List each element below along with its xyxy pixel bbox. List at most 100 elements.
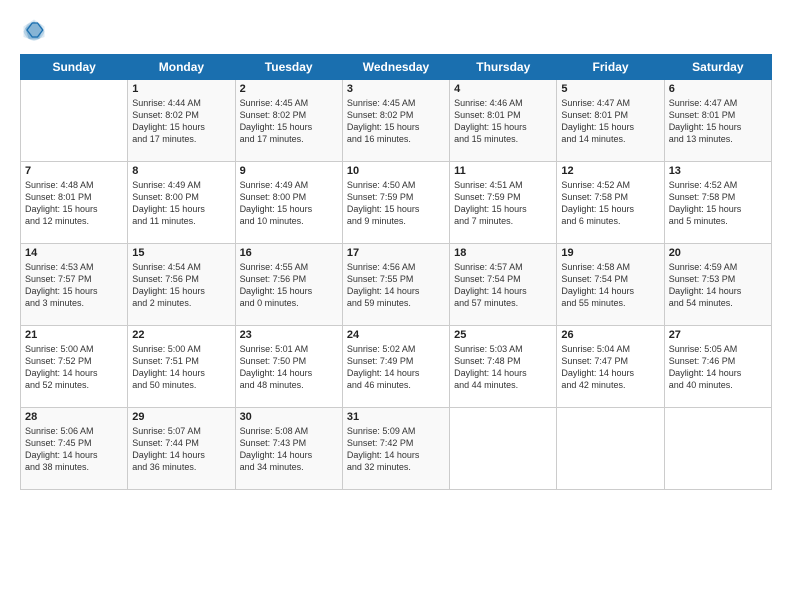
calendar-cell: 5 Sunrise: 4:47 AM Sunset: 8:01 PM Daylig…: [557, 80, 664, 162]
day-number: 27: [669, 329, 767, 341]
calendar-body: 1 Sunrise: 4:44 AM Sunset: 8:02 PM Daylig…: [21, 80, 772, 490]
cell-content: Sunrise: 4:56 AM Sunset: 7:55 PM Dayligh…: [347, 261, 445, 310]
cell-content: Sunrise: 4:45 AM Sunset: 8:02 PM Dayligh…: [347, 97, 445, 146]
day-header-saturday: Saturday: [664, 55, 771, 80]
day-number: 13: [669, 165, 767, 177]
cell-content: Sunrise: 4:49 AM Sunset: 8:00 PM Dayligh…: [240, 179, 338, 228]
day-header-thursday: Thursday: [450, 55, 557, 80]
cell-content: Sunrise: 4:47 AM Sunset: 8:01 PM Dayligh…: [561, 97, 659, 146]
calendar-cell: 7 Sunrise: 4:48 AM Sunset: 8:01 PM Daylig…: [21, 162, 128, 244]
day-number: 21: [25, 329, 123, 341]
day-number: 15: [132, 247, 230, 259]
calendar-cell: 27Sunrise: 5:05 AM Sunset: 7:46 PM Dayli…: [664, 326, 771, 408]
calendar-cell: 14Sunrise: 4:53 AM Sunset: 7:57 PM Dayli…: [21, 244, 128, 326]
day-number: 1: [132, 83, 230, 95]
day-header-sunday: Sunday: [21, 55, 128, 80]
calendar-cell: 30 Sunrise: 5:08 AM Sunset: 7:43 PM Dayli…: [235, 408, 342, 490]
day-number: 7: [25, 165, 123, 177]
day-number: 23: [240, 329, 338, 341]
cell-content: Sunrise: 4:44 AM Sunset: 8:02 PM Dayligh…: [132, 97, 230, 146]
cell-content: Sunrise: 4:54 AM Sunset: 7:56 PM Dayligh…: [132, 261, 230, 310]
cell-content: Sunrise: 4:49 AM Sunset: 8:00 PM Dayligh…: [132, 179, 230, 228]
calendar-week-4: 21 Sunrise: 5:00 AM Sunset: 7:52 PM Dayli…: [21, 326, 772, 408]
calendar-cell: 8 Sunrise: 4:49 AM Sunset: 8:00 PM Daylig…: [128, 162, 235, 244]
cell-content: Sunrise: 4:57 AM Sunset: 7:54 PM Dayligh…: [454, 261, 552, 310]
calendar-cell: 16 Sunrise: 4:55 AM Sunset: 7:56 PM Dayli…: [235, 244, 342, 326]
day-number: 11: [454, 165, 552, 177]
cell-content: Sunrise: 5:00 AM Sunset: 7:52 PM Dayligh…: [25, 343, 123, 392]
cell-content: Sunrise: 4:45 AM Sunset: 8:02 PM Dayligh…: [240, 97, 338, 146]
day-number: 25: [454, 329, 552, 341]
calendar-cell: 9 Sunrise: 4:49 AM Sunset: 8:00 PM Daylig…: [235, 162, 342, 244]
calendar-cell: 12Sunrise: 4:52 AM Sunset: 7:58 PM Dayli…: [557, 162, 664, 244]
day-number: 10: [347, 165, 445, 177]
calendar-cell: 22Sunrise: 5:00 AM Sunset: 7:51 PM Dayli…: [128, 326, 235, 408]
calendar-cell: 15 Sunrise: 4:54 AM Sunset: 7:56 PM Dayli…: [128, 244, 235, 326]
calendar-cell: 23 Sunrise: 5:01 AM Sunset: 7:50 PM Dayli…: [235, 326, 342, 408]
day-number: 19: [561, 247, 659, 259]
cell-content: Sunrise: 5:01 AM Sunset: 7:50 PM Dayligh…: [240, 343, 338, 392]
day-header-tuesday: Tuesday: [235, 55, 342, 80]
calendar-week-3: 14Sunrise: 4:53 AM Sunset: 7:57 PM Dayli…: [21, 244, 772, 326]
calendar-cell: [557, 408, 664, 490]
cell-content: Sunrise: 4:47 AM Sunset: 8:01 PM Dayligh…: [669, 97, 767, 146]
calendar-cell: 24Sunrise: 5:02 AM Sunset: 7:49 PM Dayli…: [342, 326, 449, 408]
calendar-cell: 19 Sunrise: 4:58 AM Sunset: 7:54 PM Dayli…: [557, 244, 664, 326]
calendar-week-2: 7 Sunrise: 4:48 AM Sunset: 8:01 PM Daylig…: [21, 162, 772, 244]
calendar-cell: [450, 408, 557, 490]
calendar-week-5: 28 Sunrise: 5:06 AM Sunset: 7:45 PM Dayli…: [21, 408, 772, 490]
cell-content: Sunrise: 5:09 AM Sunset: 7:42 PM Dayligh…: [347, 425, 445, 474]
calendar-cell: 20Sunrise: 4:59 AM Sunset: 7:53 PM Dayli…: [664, 244, 771, 326]
calendar-cell: 4 Sunrise: 4:46 AM Sunset: 8:01 PM Daylig…: [450, 80, 557, 162]
calendar-cell: 25 Sunrise: 5:03 AM Sunset: 7:48 PM Dayli…: [450, 326, 557, 408]
day-number: 30: [240, 411, 338, 423]
day-number: 22: [132, 329, 230, 341]
cell-content: Sunrise: 4:48 AM Sunset: 8:01 PM Dayligh…: [25, 179, 123, 228]
calendar-cell: 31 Sunrise: 5:09 AM Sunset: 7:42 PM Dayli…: [342, 408, 449, 490]
cell-content: Sunrise: 5:04 AM Sunset: 7:47 PM Dayligh…: [561, 343, 659, 392]
calendar-cell: 2 Sunrise: 4:45 AM Sunset: 8:02 PM Daylig…: [235, 80, 342, 162]
calendar-cell: 3 Sunrise: 4:45 AM Sunset: 8:02 PM Daylig…: [342, 80, 449, 162]
calendar-cell: 6Sunrise: 4:47 AM Sunset: 8:01 PM Daylig…: [664, 80, 771, 162]
day-number: 18: [454, 247, 552, 259]
day-number: 31: [347, 411, 445, 423]
calendar-table: SundayMondayTuesdayWednesdayThursdayFrid…: [20, 54, 772, 490]
cell-content: Sunrise: 5:03 AM Sunset: 7:48 PM Dayligh…: [454, 343, 552, 392]
cell-content: Sunrise: 4:46 AM Sunset: 8:01 PM Dayligh…: [454, 97, 552, 146]
day-header-monday: Monday: [128, 55, 235, 80]
calendar-cell: 11Sunrise: 4:51 AM Sunset: 7:59 PM Dayli…: [450, 162, 557, 244]
cell-content: Sunrise: 4:53 AM Sunset: 7:57 PM Dayligh…: [25, 261, 123, 310]
cell-content: Sunrise: 4:52 AM Sunset: 7:58 PM Dayligh…: [669, 179, 767, 228]
cell-content: Sunrise: 4:59 AM Sunset: 7:53 PM Dayligh…: [669, 261, 767, 310]
calendar-week-1: 1 Sunrise: 4:44 AM Sunset: 8:02 PM Daylig…: [21, 80, 772, 162]
calendar-cell: 28 Sunrise: 5:06 AM Sunset: 7:45 PM Dayli…: [21, 408, 128, 490]
day-number: 12: [561, 165, 659, 177]
day-number: 24: [347, 329, 445, 341]
calendar-cell: 18 Sunrise: 4:57 AM Sunset: 7:54 PM Dayli…: [450, 244, 557, 326]
cell-content: Sunrise: 4:50 AM Sunset: 7:59 PM Dayligh…: [347, 179, 445, 228]
day-number: 5: [561, 83, 659, 95]
day-number: 2: [240, 83, 338, 95]
day-number: 9: [240, 165, 338, 177]
day-number: 26: [561, 329, 659, 341]
calendar-header: SundayMondayTuesdayWednesdayThursdayFrid…: [21, 55, 772, 80]
cell-content: Sunrise: 5:07 AM Sunset: 7:44 PM Dayligh…: [132, 425, 230, 474]
day-header-wednesday: Wednesday: [342, 55, 449, 80]
day-number: 4: [454, 83, 552, 95]
calendar-cell: 10 Sunrise: 4:50 AM Sunset: 7:59 PM Dayli…: [342, 162, 449, 244]
day-number: 16: [240, 247, 338, 259]
cell-content: Sunrise: 4:58 AM Sunset: 7:54 PM Dayligh…: [561, 261, 659, 310]
calendar-cell: 26 Sunrise: 5:04 AM Sunset: 7:47 PM Dayli…: [557, 326, 664, 408]
logo-icon: [20, 16, 48, 44]
cell-content: Sunrise: 5:06 AM Sunset: 7:45 PM Dayligh…: [25, 425, 123, 474]
day-number: 3: [347, 83, 445, 95]
calendar-cell: 21 Sunrise: 5:00 AM Sunset: 7:52 PM Dayli…: [21, 326, 128, 408]
calendar-cell: 1 Sunrise: 4:44 AM Sunset: 8:02 PM Daylig…: [128, 80, 235, 162]
day-number: 8: [132, 165, 230, 177]
page: SundayMondayTuesdayWednesdayThursdayFrid…: [0, 0, 792, 612]
day-header-friday: Friday: [557, 55, 664, 80]
day-number: 28: [25, 411, 123, 423]
cell-content: Sunrise: 4:55 AM Sunset: 7:56 PM Dayligh…: [240, 261, 338, 310]
cell-content: Sunrise: 5:08 AM Sunset: 7:43 PM Dayligh…: [240, 425, 338, 474]
calendar-cell: 29Sunrise: 5:07 AM Sunset: 7:44 PM Dayli…: [128, 408, 235, 490]
